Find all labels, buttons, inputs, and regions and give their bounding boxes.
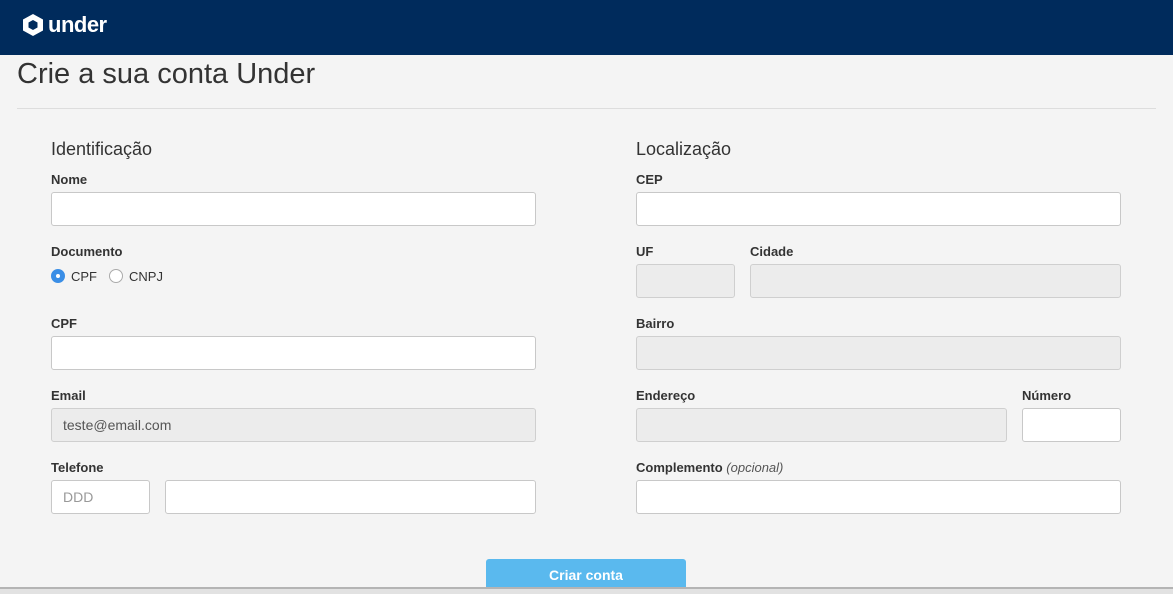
uf-label: UF — [636, 244, 654, 259]
numero-label: Número — [1022, 388, 1072, 403]
endereco-input — [636, 408, 1007, 442]
cep-label: CEP — [636, 172, 663, 187]
endereco-label: Endereço — [636, 388, 696, 403]
cep-input[interactable] — [636, 192, 1121, 226]
telefone-label: Telefone — [51, 460, 104, 475]
radio-cnpj[interactable] — [109, 269, 123, 283]
ddd-input[interactable] — [51, 480, 150, 514]
nome-label: Nome — [51, 172, 88, 187]
bottom-band — [0, 589, 1173, 594]
complemento-input[interactable] — [636, 480, 1121, 514]
telefone-input[interactable] — [165, 480, 536, 514]
optional-note: (opcional) — [726, 460, 784, 475]
documento-radio-group: CPF CNPJ — [51, 268, 175, 284]
hexagon-logo-icon — [23, 14, 43, 36]
title-divider — [17, 108, 1156, 109]
bairro-label: Bairro — [636, 316, 675, 331]
page-title: Crie a sua conta Under — [17, 58, 316, 90]
documento-label: Documento — [51, 244, 123, 259]
bairro-input — [636, 336, 1121, 370]
brand-logo[interactable]: under — [21, 12, 107, 38]
nome-input[interactable] — [51, 192, 536, 226]
complemento-label: Complemento (opcional) — [636, 460, 783, 475]
radio-cpf[interactable] — [51, 269, 65, 283]
email-input — [51, 408, 536, 442]
section-title-identificacao: Identificação — [51, 139, 153, 159]
radio-cnpj-label[interactable]: CNPJ — [129, 269, 163, 284]
logo-text: under — [48, 12, 107, 37]
cidade-label: Cidade — [750, 244, 794, 259]
cpf-label: CPF — [51, 316, 77, 331]
cidade-input — [750, 264, 1121, 298]
complemento-label-text: Complemento — [636, 460, 723, 475]
top-navbar: under — [0, 0, 1173, 55]
cpf-input[interactable] — [51, 336, 536, 370]
email-label: Email — [51, 388, 86, 403]
radio-cpf-label[interactable]: CPF — [71, 269, 97, 284]
uf-input — [636, 264, 735, 298]
numero-input[interactable] — [1022, 408, 1121, 442]
section-title-localizacao: Localização — [636, 139, 732, 159]
